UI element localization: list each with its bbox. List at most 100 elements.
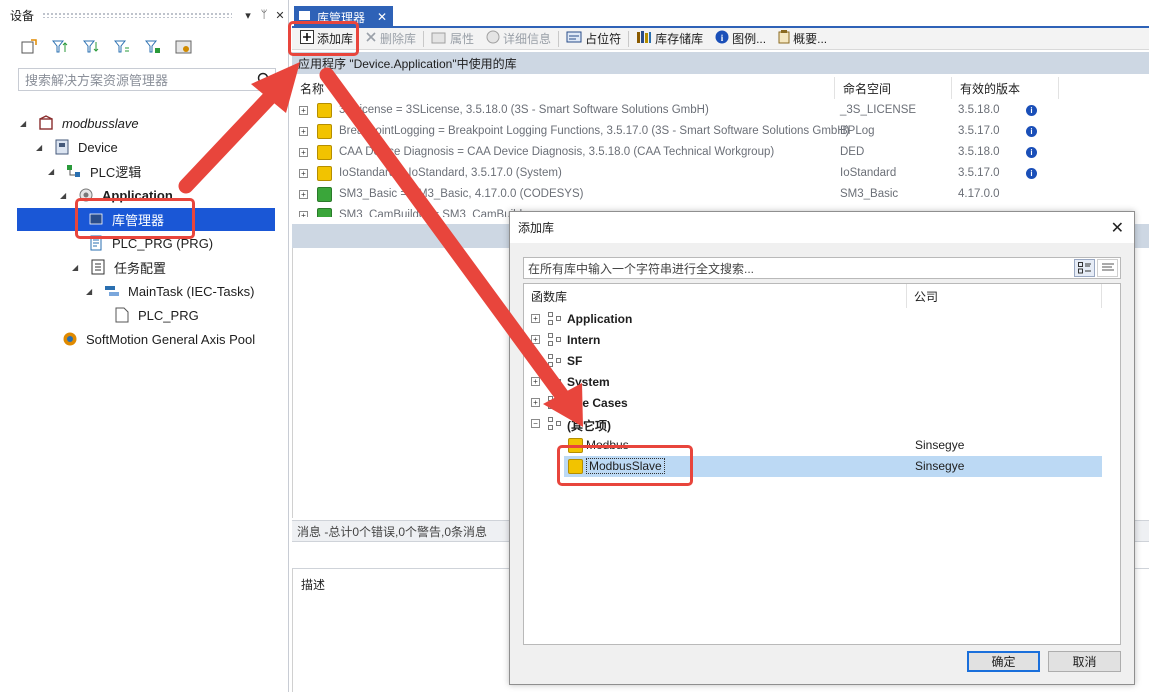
library-repository-button[interactable]: 库存储库 — [630, 29, 709, 49]
expand-icon[interactable]: + — [531, 335, 540, 344]
library-row[interactable]: + IoStandard = IoStandard, 3.5.17.0 (Sys… — [292, 164, 1149, 185]
library-row[interactable]: + 3SLicense = 3SLicense, 3.5.18.0 (3S - … — [292, 101, 1149, 122]
collapse-icon[interactable]: ◢ — [72, 263, 84, 272]
expand-icon[interactable]: + — [531, 398, 540, 407]
details-button[interactable]: 详细信息 — [480, 29, 557, 49]
pane-menu-icon[interactable]: ▾ — [240, 9, 256, 22]
toolbar-separator — [558, 30, 560, 47]
category-row[interactable]: − (其它项) — [524, 414, 1102, 435]
ok-button[interactable]: 确定 — [967, 651, 1040, 672]
library-row[interactable]: + SM3_Basic = SM3_Basic, 4.17.0.0 (CODES… — [292, 185, 1149, 206]
pin-icon[interactable]: ᛘ — [256, 9, 272, 21]
collapse-icon[interactable]: ◢ — [86, 287, 98, 296]
fulltext-search-input[interactable]: 在所有库中输入一个字符串进行全文搜索... — [523, 257, 1121, 279]
delete-library-button[interactable]: 删除库 — [359, 29, 422, 49]
task-config-icon — [90, 259, 106, 275]
plc-logic-icon — [66, 163, 82, 179]
placeholder-label: 占位符 — [585, 32, 622, 46]
column-header-library[interactable]: 函数库 — [524, 284, 907, 308]
details-label: 详细信息 — [503, 32, 552, 46]
expand-icon[interactable]: + — [531, 314, 540, 323]
search-placeholder: 在所有库中输入一个字符串进行全文搜索... — [528, 261, 755, 276]
pane-close-icon[interactable]: ✕ — [272, 9, 288, 22]
category-row[interactable]: + Application — [524, 309, 1102, 330]
device-settings-icon[interactable] — [175, 38, 193, 56]
category-view-icon[interactable] — [1074, 259, 1095, 277]
filter-settings-icon[interactable] — [144, 38, 162, 56]
collapse-icon[interactable]: − — [531, 419, 540, 428]
expand-icon[interactable]: + — [299, 169, 308, 178]
tree-item-task-config[interactable]: ◢ 任务配置 — [72, 256, 166, 278]
library-icon — [317, 124, 332, 139]
column-label: 函数库 — [531, 289, 568, 304]
new-item-icon[interactable] — [20, 38, 38, 56]
category-icon — [548, 375, 564, 390]
tree-label: modbusslave — [62, 115, 139, 131]
axis-pool-icon — [62, 331, 78, 347]
collapse-icon[interactable]: ◢ — [48, 167, 60, 176]
filter-down-icon[interactable] — [82, 38, 100, 56]
tree-item-axis-pool[interactable]: SoftMotion General Axis Pool — [62, 328, 255, 350]
solution-search-input[interactable]: 搜索解决方案资源管理器 — [18, 68, 276, 91]
list-view-icon[interactable] — [1097, 259, 1118, 277]
column-label: 有效的版本 — [960, 81, 1021, 96]
close-icon[interactable]: ✕ — [1111, 218, 1124, 238]
filter-sort-icon[interactable] — [113, 38, 131, 56]
used-libraries-title: 应用程序 "Device.Application"中使用的库 — [298, 56, 517, 71]
column-header-company[interactable]: 公司 — [907, 284, 1102, 308]
column-label: 公司 — [914, 289, 939, 304]
category-row[interactable]: + SF — [524, 351, 1102, 372]
properties-button[interactable]: 属性 — [425, 29, 480, 49]
search-icon[interactable] — [257, 72, 271, 89]
info-icon[interactable]: i — [1026, 105, 1037, 116]
library-item-company: Sinsegye — [915, 459, 965, 473]
category-icon — [548, 312, 564, 327]
category-row[interactable]: + System — [524, 372, 1102, 393]
info-icon[interactable]: i — [1026, 147, 1037, 158]
expand-icon[interactable]: + — [531, 377, 540, 386]
collapse-icon[interactable]: ◢ — [20, 119, 32, 128]
expand-icon[interactable]: + — [299, 127, 308, 136]
summary-button[interactable]: 概要... — [772, 29, 833, 49]
tree-item-plc-prg-call[interactable]: PLC_PRG — [114, 304, 199, 326]
tab-close-icon[interactable]: ✕ — [377, 10, 387, 24]
column-header-name[interactable]: 名称 — [292, 77, 835, 99]
icons-label: 图例... — [732, 32, 767, 46]
expand-icon[interactable]: + — [299, 190, 308, 199]
collapse-icon[interactable]: ◢ — [60, 191, 72, 200]
filter-up-icon[interactable] — [51, 38, 69, 56]
tree-item-device[interactable]: ◢ Device — [36, 136, 118, 158]
dialog-titlebar[interactable]: 添加库 ✕ — [510, 212, 1134, 243]
details-icon — [486, 30, 500, 47]
category-row[interactable]: + Intern — [524, 330, 1102, 351]
library-icon — [317, 103, 332, 118]
info-icon[interactable]: i — [1026, 126, 1037, 137]
library-row[interactable]: + CAA Device Diagnosis = CAA Device Diag… — [292, 143, 1149, 164]
column-header-namespace[interactable]: 命名空间 — [835, 77, 952, 99]
library-item-company: Sinsegye — [915, 438, 965, 452]
summary-label: 概要... — [793, 32, 828, 46]
collapse-icon[interactable]: ◢ — [36, 143, 48, 152]
pane-grip[interactable] — [42, 12, 232, 18]
tree-label: Device — [78, 139, 118, 155]
category-icon — [548, 354, 564, 369]
column-header-version[interactable]: 有效的版本 — [952, 77, 1059, 99]
shield-icon — [317, 187, 332, 202]
expand-icon[interactable]: + — [299, 106, 308, 115]
tree-item-maintask[interactable]: ◢ MainTask (IEC-Tasks) — [86, 280, 254, 302]
tree-item-plc-logic[interactable]: ◢ PLC逻辑 — [48, 160, 141, 182]
icons-button[interactable]: i 图例... — [709, 29, 772, 49]
expand-icon[interactable]: + — [531, 356, 540, 365]
messages-summary: 消息 -总计0个错误,0个警告,0条消息 — [297, 524, 488, 539]
device-icon — [54, 139, 70, 155]
expand-icon[interactable]: + — [299, 211, 308, 217]
expand-icon[interactable]: + — [299, 148, 308, 157]
repository-icon — [636, 30, 652, 47]
tree-item-project[interactable]: ◢ modbusslave — [20, 112, 139, 134]
column-label: 命名空间 — [843, 81, 892, 96]
library-row[interactable]: + BreakpointLogging = Breakpoint Logging… — [292, 122, 1149, 143]
info-icon[interactable]: i — [1026, 168, 1037, 179]
placeholder-button[interactable]: 占位符 — [560, 29, 627, 49]
category-row[interactable]: + Use Cases — [524, 393, 1102, 414]
cancel-button[interactable]: 取消 — [1048, 651, 1121, 672]
